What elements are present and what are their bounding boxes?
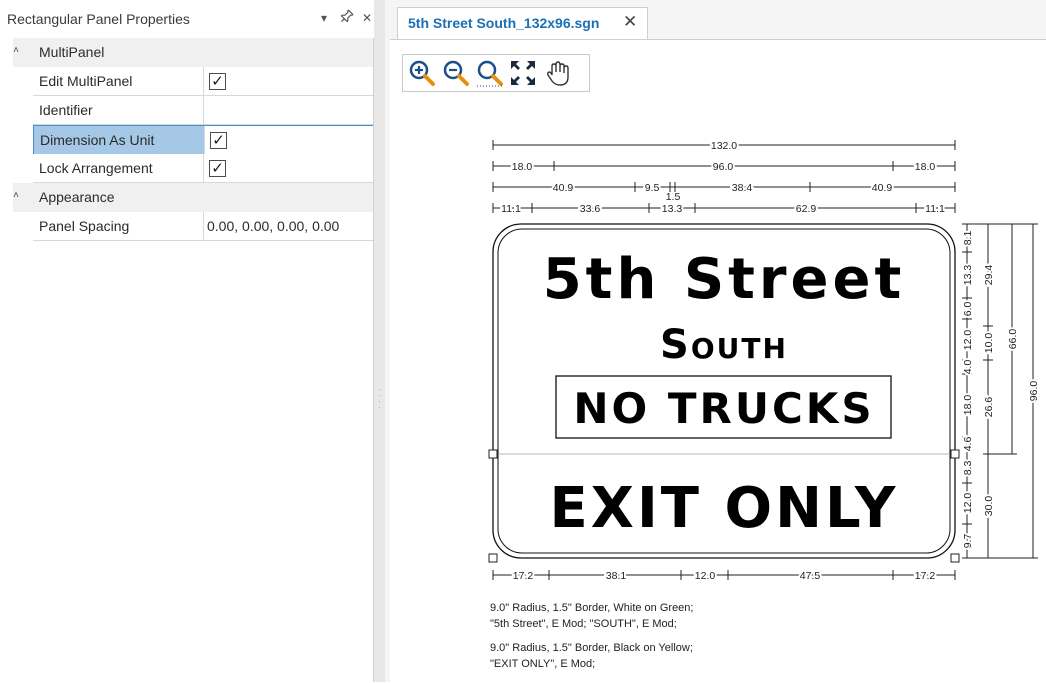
document-area: 5th Street South_132x96.sgn ✕ 132.0 18.0… xyxy=(385,0,1046,682)
dim-row3-d: 38.4 xyxy=(732,182,753,194)
dim-row3-b: 9.5 xyxy=(645,182,660,194)
panel-title: Rectangular Panel Properties xyxy=(7,11,190,27)
panel-splitter[interactable]: · · · · xyxy=(374,0,385,682)
tab-title[interactable]: 5th Street South_132x96.sgn xyxy=(408,15,599,31)
sign-line-no-trucks[interactable]: NO TRUCKS xyxy=(573,384,874,433)
property-lock-arrangement[interactable]: Lock Arrangement ✓ xyxy=(33,154,374,183)
splitter-grip-icon: · · · · xyxy=(378,385,381,412)
dim-row4-b: 33.6 xyxy=(580,203,601,215)
dim-row4-a: 11.1 xyxy=(501,203,521,215)
dimension-as-unit-checkbox[interactable]: ✓ xyxy=(210,132,227,149)
dim-row2-left: 18.0 xyxy=(512,161,533,173)
property-name: Edit MultiPanel xyxy=(33,67,204,95)
property-name: Identifier xyxy=(33,96,204,124)
resize-handle[interactable] xyxy=(950,449,960,459)
category-multipanel[interactable]: ˄ MultiPanel xyxy=(13,38,374,67)
dim-bottom-e: 17.2 xyxy=(915,570,936,582)
dim-row4-e: 11.1 xyxy=(925,203,945,215)
collapse-chevron-icon[interactable]: ˄ xyxy=(9,190,23,201)
property-edit-multipanel[interactable]: Edit MultiPanel ✓ xyxy=(33,67,374,96)
resize-handle[interactable] xyxy=(488,449,498,459)
property-grid: ˄ MultiPanel Edit MultiPanel ✓ Identifie… xyxy=(13,38,375,241)
properties-panel: Rectangular Panel Properties ▾ ✕ ˄ Multi… xyxy=(0,0,383,682)
dim-right-a-8: 12.0 xyxy=(962,493,974,514)
dim-right-a-6: 4.6 xyxy=(962,437,974,452)
dim-right-a-7: 8.3 xyxy=(962,461,974,476)
category-appearance[interactable]: ˄ Appearance xyxy=(13,183,374,212)
note-panel2-line2: "EXIT ONLY", E Mod; xyxy=(490,658,596,670)
close-icon[interactable]: ✕ xyxy=(359,9,375,27)
identifier-input[interactable] xyxy=(204,96,374,124)
pin-icon[interactable] xyxy=(333,6,357,30)
dimension-row-bottom xyxy=(492,570,956,580)
dim-bottom-b: 38.1 xyxy=(606,570,627,582)
property-identifier[interactable]: Identifier xyxy=(33,96,374,125)
category-label: MultiPanel xyxy=(39,44,105,60)
dim-right-a-4: 4.0 xyxy=(962,360,974,375)
dim-right-a-3: 12.0 xyxy=(962,330,974,351)
document-tab[interactable]: 5th Street South_132x96.sgn ✕ xyxy=(397,7,648,39)
resize-handle[interactable] xyxy=(488,553,498,563)
category-label: Appearance xyxy=(39,189,115,205)
dim-bottom-c: 12.0 xyxy=(695,570,716,582)
collapse-chevron-icon[interactable]: ˄ xyxy=(9,45,23,56)
dimension-row-4 xyxy=(492,203,956,213)
dim-row4-d: 62.9 xyxy=(796,203,817,215)
dim-right-a-labels: 8.1 13.3 6.0 12.0 4.0 18.0 4.6 8.3 12.0 … xyxy=(960,229,976,551)
dim-right-a-0: 8.1 xyxy=(962,231,974,246)
dim-right-a-1: 13.3 xyxy=(962,265,974,286)
dropdown-icon[interactable]: ▾ xyxy=(316,9,332,27)
property-name: Dimension As Unit xyxy=(34,126,205,154)
dim-right-a-2: 6.0 xyxy=(962,302,974,317)
property-value: ✓ xyxy=(204,67,374,95)
dim-right-d: 96.0 xyxy=(1028,381,1040,402)
sign-canvas[interactable]: 132.0 18.0 96.0 18.0 40.9 9.5 1.5 38.4 4… xyxy=(390,39,1046,682)
dim-row2-right: 18.0 xyxy=(915,161,936,173)
dim-right-b-0: 29.4 xyxy=(983,265,995,286)
dim-row3-a: 40.9 xyxy=(553,182,574,194)
sign-drawing: 132.0 18.0 96.0 18.0 40.9 9.5 1.5 38.4 4… xyxy=(488,138,1042,584)
dim-row3-e: 40.9 xyxy=(872,182,893,194)
dim-row4-c: 13.3 xyxy=(662,203,683,215)
property-name: Lock Arrangement xyxy=(33,154,204,182)
property-name: Panel Spacing xyxy=(33,212,204,240)
dim-right-a-9: 9.7 xyxy=(962,534,974,549)
dim-right-b-1: 10.0 xyxy=(983,333,995,354)
property-panel-spacing[interactable]: Panel Spacing 0.00, 0.00, 0.00, 0.00 xyxy=(33,212,374,241)
edit-multipanel-checkbox[interactable]: ✓ xyxy=(209,73,226,90)
property-value: ✓ xyxy=(204,154,374,182)
dim-right-a-5: 18.0 xyxy=(962,395,974,416)
note-panel2-line1: 9.0" Radius, 1.5" Border, Black on Yello… xyxy=(490,642,693,654)
property-value: ✓ xyxy=(205,126,375,154)
resize-handle[interactable] xyxy=(950,553,960,563)
dim-bottom-a: 17.2 xyxy=(513,570,534,582)
tab-close-icon[interactable]: ✕ xyxy=(623,12,637,32)
dim-row2-center: 96.0 xyxy=(713,161,734,173)
sign-line-south[interactable]: South xyxy=(660,322,788,368)
panel-spacing-input[interactable]: 0.00, 0.00, 0.00, 0.00 xyxy=(204,212,374,240)
dim-right-c: 66.0 xyxy=(1007,329,1019,350)
note-panel1-line2: "5th Street", E Mod; "SOUTH", E Mod; xyxy=(490,618,677,630)
dim-right-b-3: 30.0 xyxy=(983,496,995,517)
dim-right-b-2: 26.6 xyxy=(983,397,995,418)
sign-line-exit-only[interactable]: EXIT ONLY xyxy=(550,476,899,541)
dim-overall-width: 132.0 xyxy=(711,140,737,152)
property-dimension-as-unit[interactable]: Dimension As Unit ✓ xyxy=(33,125,375,154)
sign-line-5th-street[interactable]: 5th Street xyxy=(543,247,906,312)
lock-arrangement-checkbox[interactable]: ✓ xyxy=(209,160,226,177)
dim-row3-c: 1.5 xyxy=(666,191,681,203)
panel-header: Rectangular Panel Properties ▾ ✕ xyxy=(0,0,383,38)
dim-bottom-d: 47.5 xyxy=(800,570,821,582)
note-panel1-line1: 9.0" Radius, 1.5" Border, White on Green… xyxy=(490,602,694,614)
